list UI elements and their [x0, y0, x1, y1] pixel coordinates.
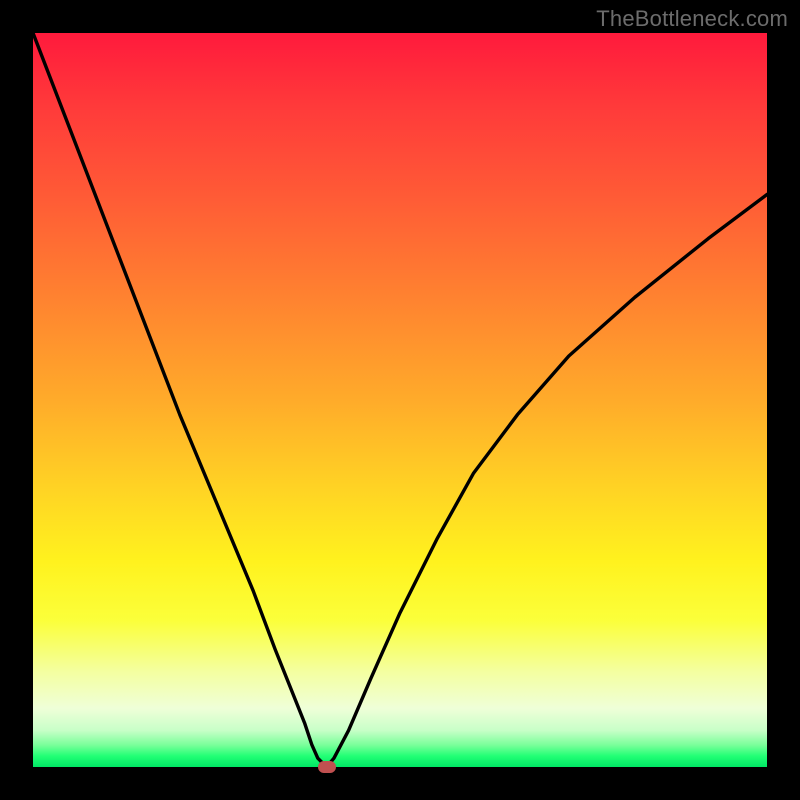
optimal-point-marker: [318, 761, 336, 773]
curve-svg: [33, 33, 767, 767]
attribution-text: TheBottleneck.com: [596, 6, 788, 32]
chart-frame: TheBottleneck.com: [0, 0, 800, 800]
bottleneck-curve: [33, 33, 767, 767]
plot-area: [33, 33, 767, 767]
